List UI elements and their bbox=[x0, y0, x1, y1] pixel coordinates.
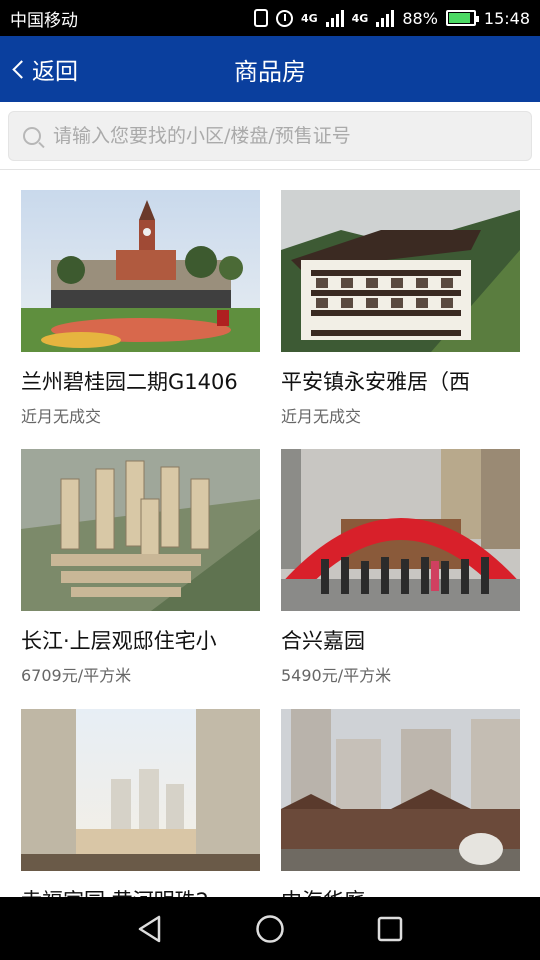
listing-name: 幸福家园 黄河明珠2 bbox=[21, 887, 260, 897]
app-header: 返回 商品房 bbox=[0, 36, 540, 102]
battery-icon bbox=[445, 10, 479, 26]
listing-card[interactable]: 兰州碧桂园二期G1406 近月无成交 bbox=[21, 190, 260, 427]
back-triangle-icon[interactable] bbox=[135, 914, 165, 944]
vibrate-icon bbox=[253, 9, 268, 27]
system-nav-bar bbox=[0, 897, 540, 960]
listing-name: 兰州碧桂园二期G1406 bbox=[21, 370, 238, 394]
listing-info: 6709元/平方米 bbox=[21, 666, 132, 685]
listing-info: 5490元/平方米 bbox=[281, 666, 392, 685]
network-type: 4G bbox=[300, 11, 318, 25]
page-title: 商品房 bbox=[234, 57, 306, 86]
listing-card[interactable]: 合兴嘉园 5490元/平方米 bbox=[281, 449, 520, 686]
search-bar-container bbox=[0, 102, 540, 170]
recents-square-icon[interactable] bbox=[375, 914, 405, 944]
signal-icon bbox=[325, 9, 344, 27]
listing-card[interactable]: 长江·上层观邸住宅小 6709元/平方米 bbox=[21, 449, 260, 686]
status-bar: 中国移动 4G 4G 88% 15:48 bbox=[0, 0, 540, 36]
listing-info: 近月无成交 bbox=[281, 407, 362, 426]
listing-card[interactable]: 平安镇永安雅居（西 近月无成交 bbox=[281, 190, 520, 427]
listing-grid[interactable]: 兰州碧桂园二期G1406 近月无成交 平安镇永安雅居（西 近月无成交 长江·上层… bbox=[0, 190, 540, 897]
chevron-left-icon bbox=[12, 59, 31, 79]
listing-name: 长江·上层观邸住宅小 bbox=[21, 629, 217, 653]
listing-name: 平安镇永安雅居（西 bbox=[281, 370, 470, 394]
listing-photo-hillside-building bbox=[281, 190, 520, 352]
signal-icon-2 bbox=[376, 9, 395, 27]
listing-card[interactable]: 幸福家园 黄河明珠2 bbox=[21, 709, 260, 897]
back-label: 返回 bbox=[32, 59, 78, 85]
listing-photo-red-arch-event bbox=[281, 449, 520, 611]
battery-percent: 88% bbox=[402, 8, 438, 28]
listing-photo-villas-towers bbox=[281, 709, 520, 871]
clock: 15:48 bbox=[483, 8, 530, 28]
listing-info: 近月无成交 bbox=[21, 407, 102, 426]
search-box[interactable] bbox=[8, 111, 532, 161]
home-circle-icon[interactable] bbox=[255, 914, 285, 944]
alarm-icon bbox=[275, 9, 293, 27]
listing-photo-twin-towers bbox=[21, 709, 260, 871]
listing-name: 中海华庭 bbox=[281, 887, 520, 897]
listing-name: 合兴嘉园 bbox=[281, 629, 365, 653]
listing-card[interactable]: 中海华庭 bbox=[281, 709, 520, 897]
search-icon bbox=[23, 127, 41, 145]
listing-photo-church-garden bbox=[21, 190, 260, 352]
back-button[interactable]: 返回 bbox=[0, 52, 78, 86]
network-type-2: 4G bbox=[351, 11, 369, 25]
listing-photo-aerial-towers bbox=[21, 449, 260, 611]
search-input[interactable] bbox=[53, 125, 531, 147]
carrier-name: 中国移动 bbox=[10, 10, 78, 31]
